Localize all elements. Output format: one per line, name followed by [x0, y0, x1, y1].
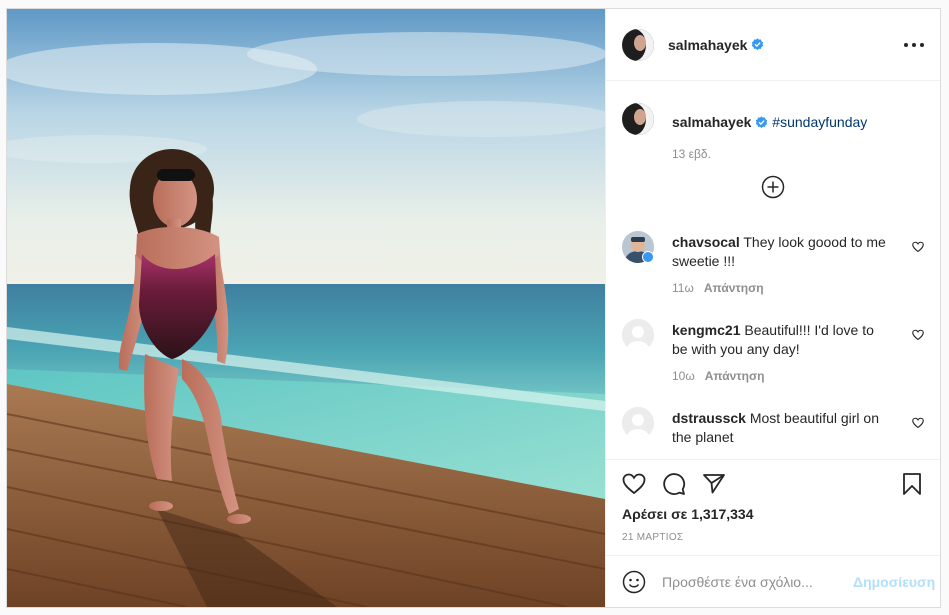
comment-username[interactable]: chavsocal [672, 234, 740, 250]
comment-text: chavsocal They look goood to me sweetie … [672, 233, 887, 271]
verified-badge-icon [642, 251, 654, 263]
likes-count[interactable]: Αρέσει σε 1,317,334 [622, 506, 753, 522]
avatar-image [622, 103, 654, 135]
post-comment-button[interactable]: Δημοσίευση [853, 574, 935, 590]
comment-bubble-icon[interactable] [662, 472, 686, 496]
comment-time[interactable]: 10ω [672, 369, 695, 383]
action-icons-row [622, 472, 924, 498]
comment-input[interactable] [662, 573, 843, 590]
more-options-icon[interactable] [904, 35, 924, 55]
post-side-panel: salmahayek salmahayek #sundayfunday 13 ε… [605, 9, 940, 607]
load-more-comments-icon[interactable] [761, 175, 785, 199]
verified-badge-icon [752, 38, 764, 50]
comment-text: dstraussck Most beautiful girl on the pl… [672, 409, 887, 447]
beach-photo-image [7, 9, 605, 607]
emoji-smiley-icon[interactable] [622, 570, 646, 594]
post-date[interactable]: 21 ΜΑΡΤΙΟΣ [622, 532, 683, 543]
like-comment-heart-icon[interactable] [912, 241, 924, 253]
save-bookmark-icon[interactable] [900, 472, 924, 496]
default-avatar-icon [622, 319, 654, 351]
like-comment-heart-icon[interactable] [912, 417, 924, 429]
avatar-image [622, 28, 654, 61]
verified-badge-icon [756, 116, 768, 128]
comment-time[interactable]: 11ω [672, 281, 694, 295]
caption-avatar[interactable] [622, 103, 654, 135]
like-heart-icon[interactable] [622, 472, 646, 496]
commenter-avatar[interactable] [622, 319, 654, 351]
post-actions: Αρέσει σε 1,317,334 21 ΜΑΡΤΙΟΣ Δημοσίευσ… [606, 459, 940, 607]
share-direct-icon[interactable] [702, 472, 726, 496]
instagram-post: salmahayek salmahayek #sundayfunday 13 ε… [6, 8, 941, 608]
default-avatar-icon [622, 407, 654, 439]
reply-button[interactable]: Απάντηση [704, 281, 764, 295]
comments-section: salmahayek #sundayfunday 13 εβδ. chavsoc… [606, 81, 940, 459]
comment-meta: 11ω Απάντηση [672, 281, 764, 295]
caption-timestamp[interactable]: 13 εβδ. [672, 147, 711, 161]
caption-text: salmahayek #sundayfunday [672, 113, 867, 131]
like-comment-heart-icon[interactable] [912, 329, 924, 341]
post-photo[interactable] [7, 9, 605, 607]
caption-username[interactable]: salmahayek [672, 114, 751, 130]
author-username[interactable]: salmahayek [668, 37, 747, 53]
comment-username[interactable]: dstraussck [672, 410, 746, 426]
post-header: salmahayek [606, 9, 940, 81]
commenter-avatar[interactable] [622, 407, 654, 439]
reply-button[interactable]: Απάντηση [705, 369, 765, 383]
author-avatar[interactable] [622, 28, 654, 61]
add-comment-bar: Δημοσίευση [606, 555, 940, 607]
comment-username[interactable]: kengmc21 [672, 322, 740, 338]
hashtag-link[interactable]: #sundayfunday [772, 114, 867, 130]
comment-text: kengmc21 Beautiful!!! I'd love to be wit… [672, 321, 887, 359]
comment-meta: 10ω Απάντηση [672, 369, 765, 383]
